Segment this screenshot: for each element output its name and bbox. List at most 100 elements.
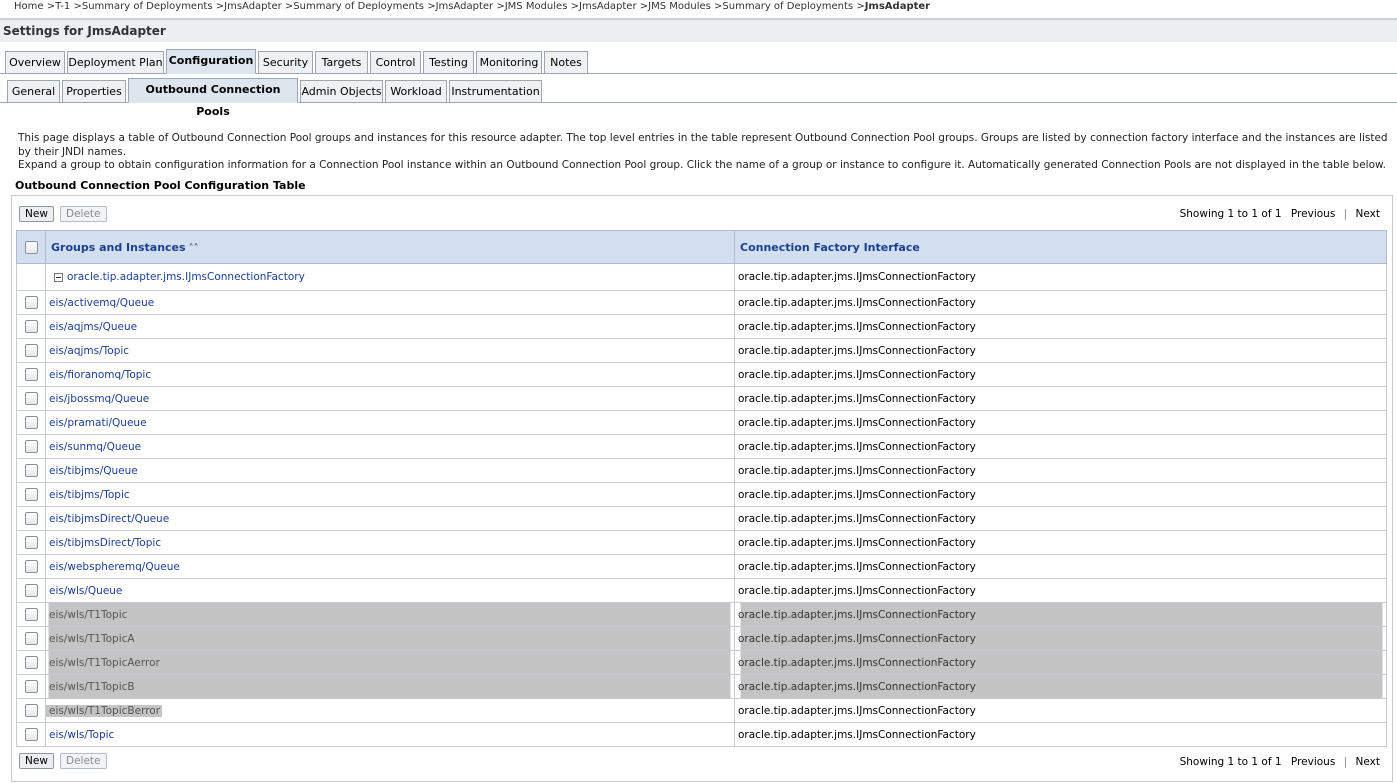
instance-name-link[interactable]: eis/fioranomq/Topic <box>49 369 151 381</box>
instance-name-link[interactable]: eis/aqjms/Topic <box>49 345 129 357</box>
instance-name-link[interactable]: eis/wls/T1TopicBerror <box>46 704 163 717</box>
tab-deployment-plan[interactable]: Deployment Plan <box>67 51 164 74</box>
instance-name-link[interactable]: eis/wls/T1TopicB <box>49 681 135 693</box>
column-header-groups[interactable]: Groups and Instances ˄˄ <box>45 230 735 264</box>
row-checkbox-cell <box>16 314 46 339</box>
tab-outbound-connection-pools[interactable]: Outbound Connection Pools <box>128 78 298 118</box>
instance-name-link[interactable]: eis/aqjms/Queue <box>49 321 137 333</box>
tab-properties[interactable]: Properties <box>62 80 126 103</box>
instance-name-link[interactable]: eis/wls/Queue <box>49 585 122 597</box>
instance-name-link[interactable]: eis/wls/T1TopicAerror <box>49 657 160 669</box>
pager-next[interactable]: Next <box>1356 208 1380 220</box>
breadcrumb-link[interactable]: JmsAdapter <box>224 1 282 12</box>
new-button-top[interactable]: New <box>19 206 54 222</box>
tab-admin-objects[interactable]: Admin Objects <box>300 80 383 103</box>
instance-name-link[interactable]: eis/pramati/Queue <box>49 417 147 429</box>
row-checkbox[interactable] <box>24 320 38 333</box>
table-row: eis/wls/Queue oracle.tip.adapter.jms.IJms… <box>16 578 1387 603</box>
row-checkbox[interactable] <box>24 512 38 525</box>
delete-button-bottom[interactable]: Delete <box>60 753 107 769</box>
table-row: eis/wls/T1TopicBerror oracle.tip.adapter.… <box>16 698 1387 723</box>
tab-targets[interactable]: Targets <box>315 51 368 74</box>
row-checkbox[interactable] <box>24 488 38 501</box>
breadcrumb-separator: > <box>46 1 56 12</box>
column-header-interface[interactable]: Connection Factory Interface <box>734 230 1387 264</box>
select-all-checkbox[interactable] <box>24 240 38 254</box>
instance-name-link[interactable]: eis/activemq/Queue <box>49 297 154 309</box>
instance-name-cell: eis/fioranomq/Topic <box>45 362 735 387</box>
breadcrumb-link[interactable]: JmsAdapter <box>579 1 637 12</box>
row-checkbox[interactable] <box>24 368 38 381</box>
breadcrumb-link[interactable]: JMS Modules <box>648 1 711 12</box>
row-checkbox[interactable] <box>24 728 38 741</box>
sort-ascending-icon[interactable]: ˄˄ <box>189 243 199 254</box>
breadcrumb-link[interactable]: Summary of Deployments <box>722 1 853 12</box>
instance-name-link[interactable]: eis/tibjmsDirect/Topic <box>49 537 161 549</box>
instance-name-link[interactable]: eis/wls/T1Topic <box>49 609 127 621</box>
row-checkbox[interactable] <box>24 680 38 693</box>
instance-interface-cell: oracle.tip.adapter.jms.IJmsConnectionFac… <box>734 626 1387 651</box>
row-checkbox[interactable] <box>24 704 38 717</box>
tab-workload[interactable]: Workload <box>385 80 447 103</box>
row-checkbox[interactable] <box>24 464 38 477</box>
pager-previous[interactable]: Previous <box>1291 756 1335 768</box>
breadcrumb-link[interactable]: Home <box>14 1 44 12</box>
row-checkbox[interactable] <box>24 608 38 621</box>
instance-name-cell: eis/wls/T1TopicBerror <box>45 698 735 723</box>
table-row: eis/sunmq/Queue oracle.tip.adapter.jms.IJ… <box>16 434 1387 459</box>
instance-interface-cell: oracle.tip.adapter.jms.IJmsConnectionFac… <box>734 458 1387 483</box>
instance-name-link[interactable]: eis/tibjms/Queue <box>49 465 138 477</box>
group-interface-cell: oracle.tip.adapter.jms.IJmsConnectionFac… <box>734 263 1387 291</box>
instance-name-link[interactable]: eis/tibjms/Topic <box>49 489 130 501</box>
row-checkbox[interactable] <box>24 560 38 573</box>
table-row: eis/tibjmsDirect/Topic oracle.tip.adapter… <box>16 530 1387 555</box>
pager-next[interactable]: Next <box>1356 756 1380 768</box>
row-checkbox[interactable] <box>24 440 38 453</box>
breadcrumb-link[interactable]: Summary of Deployments <box>293 1 424 12</box>
delete-button-top[interactable]: Delete <box>60 206 107 222</box>
pager-bottom: Showing 1 to 1 of 1 Previous | Next <box>1180 756 1380 768</box>
row-checkbox[interactable] <box>24 392 38 405</box>
row-checkbox-cell <box>16 530 46 555</box>
tab-general[interactable]: General <box>7 80 60 103</box>
breadcrumb-separator: > <box>215 1 225 12</box>
breadcrumb-link[interactable]: JmsAdapter <box>436 1 494 12</box>
instance-interface-cell: oracle.tip.adapter.jms.IJmsConnectionFac… <box>734 674 1387 699</box>
row-checkbox[interactable] <box>24 416 38 429</box>
row-checkbox[interactable] <box>24 584 38 597</box>
instance-name-link[interactable]: eis/wls/T1TopicA <box>49 633 135 645</box>
collapse-icon[interactable] <box>54 272 63 282</box>
instance-name-cell: eis/wls/T1TopicAerror <box>45 650 735 675</box>
pager-previous[interactable]: Previous <box>1291 208 1335 220</box>
row-checkbox-cell <box>16 434 46 459</box>
table-row: eis/wls/T1Topic oracle.tip.adapter.jms.IJ… <box>16 602 1387 627</box>
tab-testing[interactable]: Testing <box>423 51 474 74</box>
instance-name-link[interactable]: eis/jbossmq/Queue <box>49 393 149 405</box>
new-button-bottom[interactable]: New <box>19 753 54 769</box>
row-checkbox[interactable] <box>24 656 38 669</box>
tab-overview[interactable]: Overview <box>5 51 65 74</box>
row-checkbox[interactable] <box>24 296 38 309</box>
group-name-link[interactable]: oracle.tip.adapter.jms.IJmsConnectionFac… <box>67 271 305 283</box>
instance-name-link[interactable]: eis/sunmq/Queue <box>49 441 141 453</box>
instance-name-link[interactable]: eis/webspheremq/Queue <box>49 561 180 573</box>
breadcrumb-link[interactable]: Summary of Deployments <box>82 1 213 12</box>
page-title: Settings for JmsAdapter <box>0 20 1397 42</box>
pager-separator: | <box>1343 756 1348 768</box>
breadcrumb-link[interactable]: JMS Modules <box>505 1 568 12</box>
tab-security[interactable]: Security <box>258 51 313 74</box>
instance-name-cell: eis/tibjmsDirect/Queue <box>45 506 735 531</box>
tab-monitoring[interactable]: Monitoring <box>476 51 542 74</box>
instance-name-link[interactable]: eis/tibjmsDirect/Queue <box>49 513 169 525</box>
tab-instrumentation[interactable]: Instrumentation <box>449 80 542 103</box>
breadcrumb-link[interactable]: T-1 <box>55 1 70 12</box>
row-checkbox[interactable] <box>24 344 38 357</box>
table-row: eis/webspheremq/Queue oracle.tip.adapter.… <box>16 554 1387 579</box>
tab-configuration[interactable]: Configuration <box>166 49 256 74</box>
tab-control[interactable]: Control <box>370 51 421 74</box>
instance-name-link[interactable]: eis/wls/Topic <box>49 729 114 741</box>
row-checkbox[interactable] <box>24 536 38 549</box>
tab-notes[interactable]: Notes <box>544 51 588 74</box>
row-checkbox[interactable] <box>24 632 38 645</box>
row-checkbox-cell <box>16 410 46 435</box>
